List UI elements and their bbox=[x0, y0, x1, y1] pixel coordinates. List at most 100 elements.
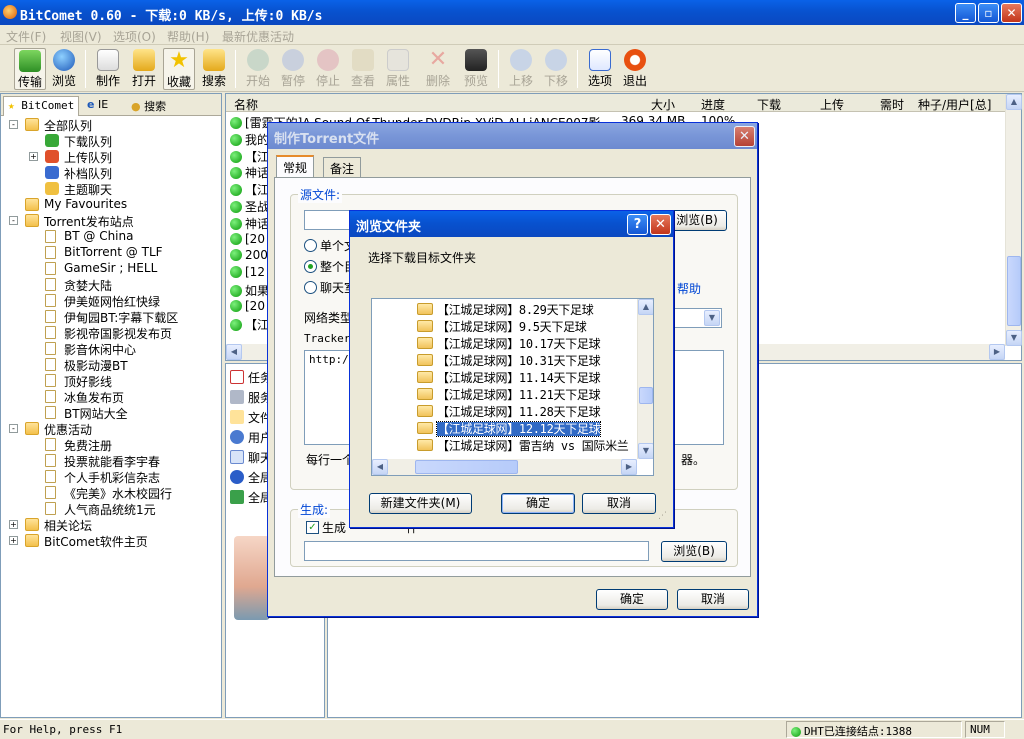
close-button[interactable]: ✕ bbox=[1001, 3, 1022, 23]
tab-notes[interactable]: 备注 bbox=[323, 157, 362, 177]
toolbar-view-button[interactable]: 查看 bbox=[347, 48, 379, 90]
toolbar-start-button[interactable]: 开始 bbox=[242, 48, 274, 90]
details-global-info[interactable]: 全局 bbox=[230, 469, 272, 489]
table-row[interactable]: 我的 bbox=[230, 131, 269, 147]
details-files[interactable]: 文件 bbox=[230, 409, 272, 429]
column-download[interactable]: 下载 bbox=[757, 96, 781, 113]
folder-item[interactable]: 【江城足球网】雷吉纳 vs 国际米兰 bbox=[417, 437, 629, 454]
details-task[interactable]: 任务 bbox=[230, 369, 272, 389]
tree-item[interactable]: - 全部队列 bbox=[1, 117, 221, 133]
scroll-down-button[interactable]: ▼ bbox=[1006, 330, 1022, 346]
table-row[interactable]: 【江 bbox=[230, 181, 269, 197]
tree-item[interactable]: My Favourites bbox=[1, 197, 221, 213]
tab-search[interactable]: ● 搜索 bbox=[127, 96, 170, 116]
advert-image[interactable] bbox=[234, 536, 270, 620]
scroll-thumb[interactable] bbox=[1007, 256, 1021, 326]
table-row[interactable]: 【江 bbox=[230, 316, 269, 332]
folder-hscrollbar[interactable]: ◀ ▶ bbox=[372, 459, 637, 475]
expand-icon[interactable]: + bbox=[9, 520, 18, 529]
toolbar-browse-button[interactable]: 浏览 bbox=[48, 48, 80, 90]
table-row[interactable]: 【江 bbox=[230, 148, 269, 164]
tree-item[interactable]: 顶好影线 bbox=[1, 373, 221, 389]
tree-item[interactable]: GameSir ; HELL bbox=[1, 261, 221, 277]
details-global-stats[interactable]: 全局 bbox=[230, 489, 272, 509]
list-vscrollbar[interactable]: ▲ ▼ bbox=[1005, 94, 1022, 346]
folder-item[interactable]: 【江城足球网】10.31天下足球 bbox=[417, 352, 601, 369]
column-size[interactable]: 大小 bbox=[651, 96, 675, 113]
tree-item[interactable]: 下载队列 bbox=[1, 133, 221, 149]
table-row[interactable]: [20 bbox=[230, 299, 265, 315]
toolbar-delete-button[interactable]: ✕ 删除 bbox=[422, 48, 454, 90]
folder-item[interactable]: 【江城足球网】9.5天下足球 bbox=[417, 318, 587, 335]
toolbar-open-button[interactable]: 打开 bbox=[128, 48, 160, 90]
tab-bitcomet[interactable]: ★ BitComet bbox=[3, 96, 80, 116]
radio-directory[interactable] bbox=[304, 260, 317, 273]
scroll-up-button[interactable]: ▲ bbox=[1006, 94, 1022, 110]
tree-item[interactable]: 个人手机彩信杂志 bbox=[1, 469, 221, 485]
menu-file[interactable]: 文件(F) bbox=[6, 28, 46, 45]
scroll-down-button[interactable]: ▼ bbox=[638, 443, 653, 459]
tree-item[interactable]: 冰鱼发布页 bbox=[1, 389, 221, 405]
folder-vscrollbar[interactable]: ▲ ▼ bbox=[637, 299, 653, 459]
table-row[interactable]: 神话 bbox=[230, 164, 269, 180]
toolbar-transfer-button[interactable]: 传输 bbox=[14, 48, 46, 90]
scroll-up-button[interactable]: ▲ bbox=[638, 299, 653, 315]
radio-single-file[interactable] bbox=[304, 239, 317, 252]
expand-icon[interactable]: + bbox=[9, 536, 18, 545]
tree-item[interactable]: + 上传队列 bbox=[1, 149, 221, 165]
tree-item[interactable]: + BitComet软件主页 bbox=[1, 533, 221, 549]
scroll-right-button[interactable]: ▶ bbox=[621, 459, 637, 475]
tree-item[interactable]: 投票就能看李宇春 bbox=[1, 453, 221, 469]
generate-checkbox[interactable]: ✓ bbox=[306, 521, 319, 534]
hscroll-thumb[interactable] bbox=[415, 460, 518, 474]
toolbar-move-down-button[interactable]: 下移 bbox=[540, 48, 572, 90]
tree-item[interactable]: 《完美》水木校园行 bbox=[1, 485, 221, 501]
radio-chatroom[interactable] bbox=[304, 281, 317, 294]
table-row[interactable]: 圣战 bbox=[230, 198, 269, 214]
toolbar-pause-button[interactable]: 暂停 bbox=[277, 48, 309, 90]
menu-options[interactable]: 选项(O) bbox=[113, 28, 156, 45]
toolbar-preview-button[interactable]: 预览 bbox=[460, 48, 492, 90]
folder-item[interactable]: 【江城足球网】11.21天下足球 bbox=[417, 386, 601, 403]
browse-cancel-button[interactable]: 取消 bbox=[582, 493, 656, 514]
menu-help[interactable]: 帮助(H) bbox=[167, 28, 209, 45]
make-torrent-close-button[interactable]: ✕ bbox=[734, 126, 755, 147]
tab-general[interactable]: 常规 bbox=[276, 155, 315, 177]
folder-item[interactable]: 【江城足球网】8.29天下足球 bbox=[417, 301, 594, 318]
tree-item[interactable]: - Torrent发布站点 bbox=[1, 213, 221, 229]
tree-item[interactable]: 影视帝国影视发布页 bbox=[1, 325, 221, 341]
tree-item[interactable]: BT网站大全 bbox=[1, 405, 221, 421]
toolbar-move-up-button[interactable]: 上移 bbox=[505, 48, 537, 90]
scroll-thumb[interactable] bbox=[639, 387, 653, 404]
folder-item[interactable]: 【江城足球网】11.14天下足球 bbox=[417, 369, 601, 386]
tree-item[interactable]: 影音休闲中心 bbox=[1, 341, 221, 357]
source-browse-button[interactable]: 浏览(B) bbox=[667, 210, 727, 231]
folder-item[interactable]: 【江城足球网】10.17天下足球 bbox=[417, 335, 601, 352]
expand-icon[interactable]: + bbox=[29, 152, 38, 161]
help-link[interactable]: 帮助 bbox=[677, 280, 701, 297]
menu-promotions[interactable]: 最新优惠活动 bbox=[222, 28, 294, 45]
tree-item[interactable]: 补档队列 bbox=[1, 165, 221, 181]
help-question-button[interactable]: ? bbox=[627, 214, 648, 235]
browse-close-button[interactable]: ✕ bbox=[650, 214, 671, 235]
collapse-icon[interactable]: - bbox=[9, 216, 18, 225]
toolbar-exit-button[interactable]: 退出 bbox=[619, 48, 651, 90]
tree-item[interactable]: 极影动漫BT bbox=[1, 357, 221, 373]
scroll-left-button[interactable]: ◀ bbox=[372, 459, 388, 475]
collapse-icon[interactable]: - bbox=[9, 120, 18, 129]
make-ok-button[interactable]: 确定 bbox=[596, 589, 668, 610]
scroll-left-button[interactable]: ◀ bbox=[226, 344, 242, 360]
table-row[interactable]: 200 bbox=[230, 248, 268, 264]
new-folder-button[interactable]: 新建文件夹(M) bbox=[369, 493, 472, 514]
table-row[interactable]: 神话 bbox=[230, 215, 269, 231]
table-row[interactable]: [12 bbox=[230, 265, 265, 281]
toolbar-make-button[interactable]: 制作 bbox=[92, 48, 124, 90]
toolbar-properties-button[interactable]: 属性 bbox=[382, 48, 414, 90]
tree-item[interactable]: 伊美姬网怡红快绿 bbox=[1, 293, 221, 309]
output-browse-button[interactable]: 浏览(B) bbox=[661, 541, 727, 562]
column-time[interactable]: 需时 bbox=[880, 96, 904, 113]
tree-item[interactable]: 人气商品统统1元 bbox=[1, 501, 221, 517]
table-row[interactable]: 如果 bbox=[230, 282, 269, 298]
folder-item[interactable]: 【江城足球网】12.12天下足球 bbox=[417, 420, 602, 437]
tree-item[interactable]: + 相关论坛 bbox=[1, 517, 221, 533]
